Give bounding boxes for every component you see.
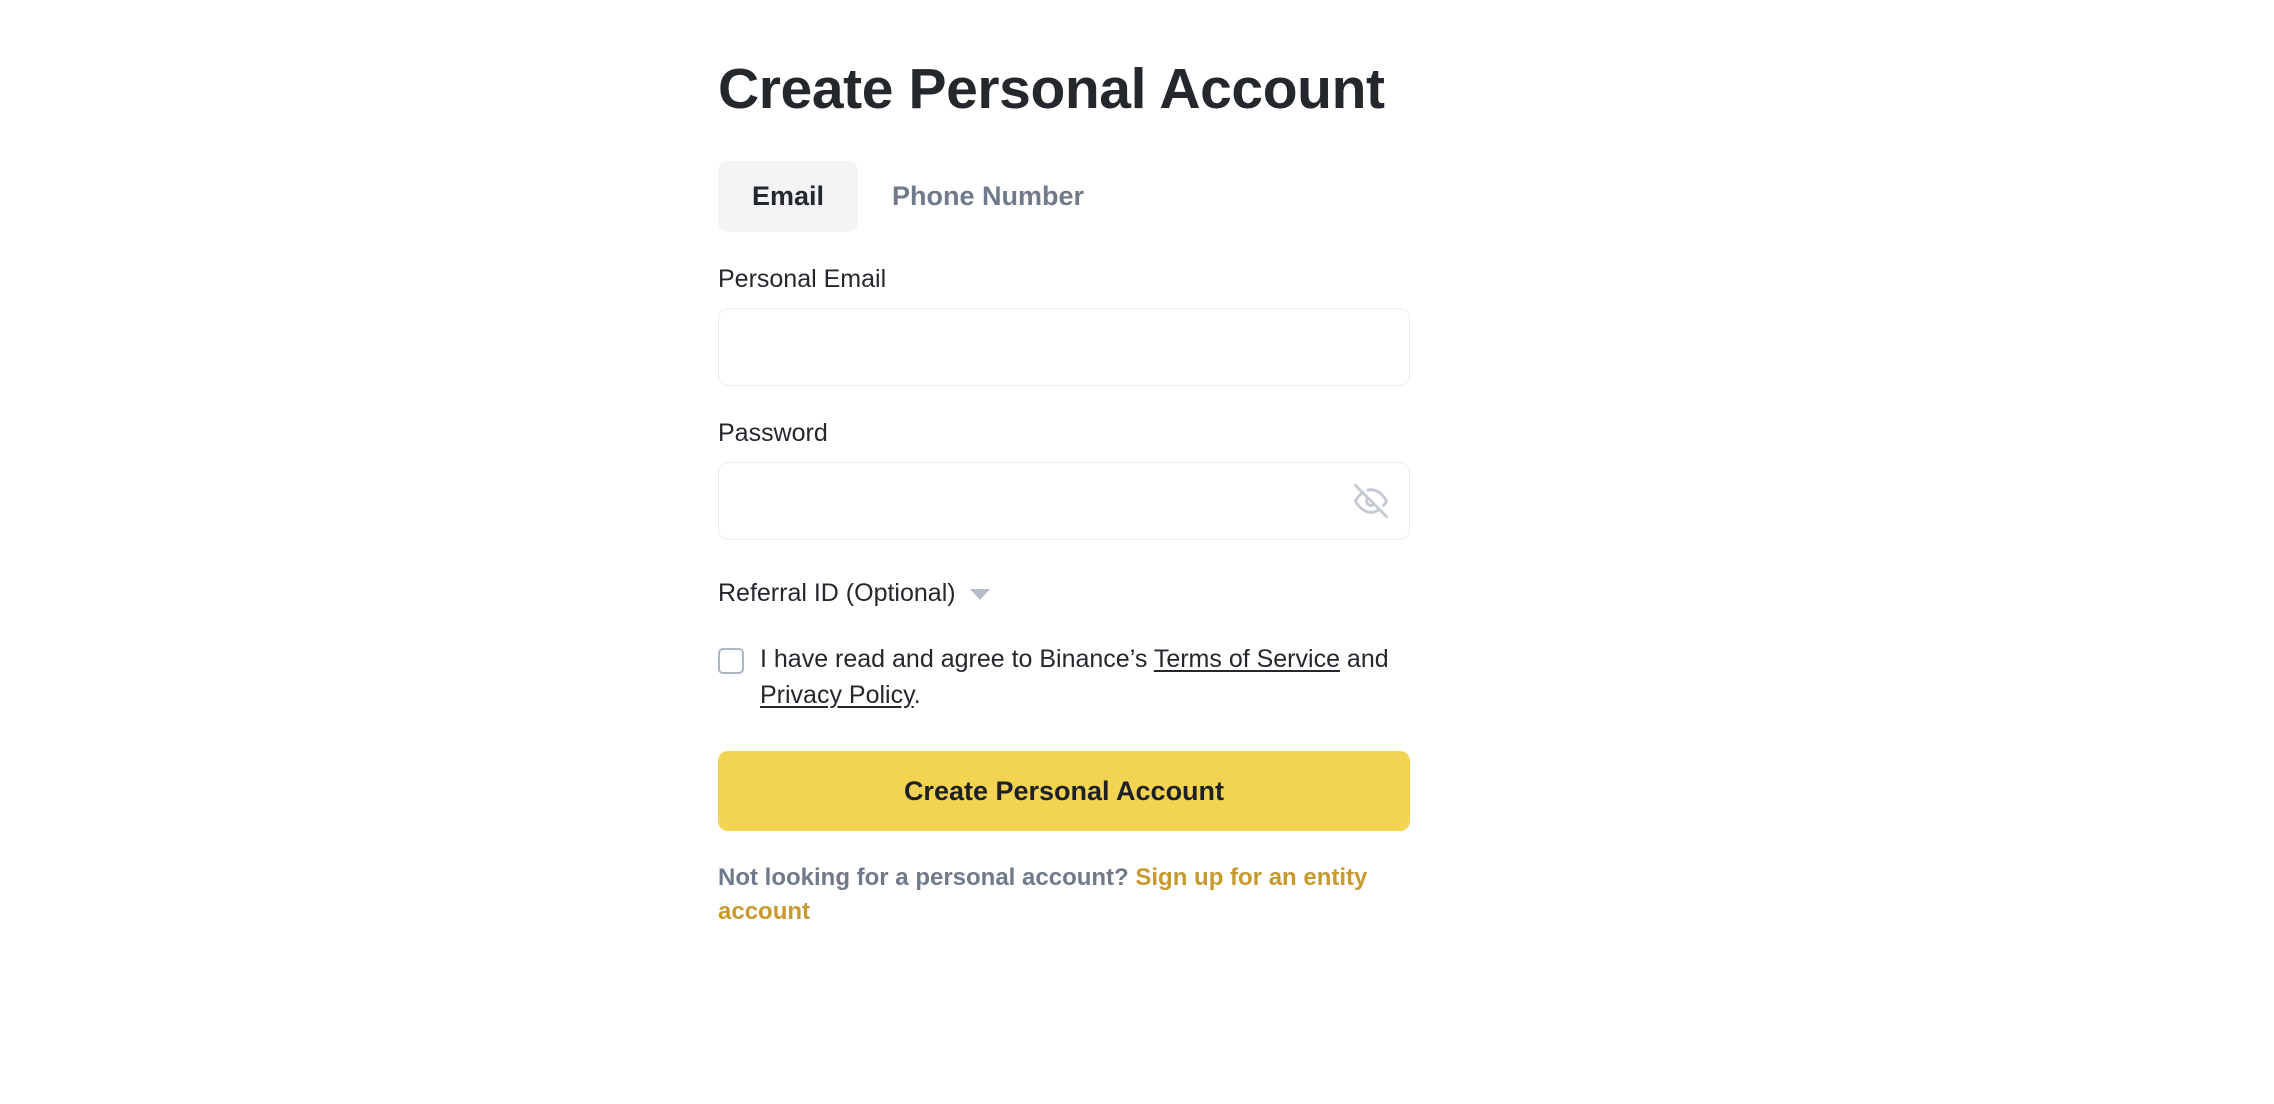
entity-account-prompt: Not looking for a personal account? Sign… xyxy=(718,861,1398,929)
terms-text-before: I have read and agree to Binance’s xyxy=(760,645,1154,674)
create-personal-account-button[interactable]: Create Personal Account xyxy=(718,751,1410,832)
email-field-group: Personal Email xyxy=(718,264,1410,387)
password-field-group: Password xyxy=(718,418,1410,541)
entity-account-prompt-text: Not looking for a personal account? xyxy=(718,864,1136,892)
email-input-wrap xyxy=(718,308,1410,387)
terms-checkbox[interactable] xyxy=(718,648,744,675)
email-input[interactable] xyxy=(718,308,1410,387)
terms-agreement-text: I have read and agree to Binance’s Terms… xyxy=(760,642,1398,713)
terms-of-service-link[interactable]: Terms of Service xyxy=(1154,645,1340,673)
chevron-down-icon xyxy=(969,589,990,601)
referral-id-toggle[interactable]: Referral ID (Optional) xyxy=(718,578,990,608)
referral-id-label: Referral ID (Optional) xyxy=(718,579,956,608)
tab-phone-number[interactable]: Phone Number xyxy=(858,161,1118,232)
password-input-wrap xyxy=(718,462,1410,541)
eye-off-icon[interactable] xyxy=(1350,480,1392,522)
auth-method-tabs: Email Phone Number xyxy=(718,161,1410,233)
terms-text-between: and xyxy=(1339,645,1389,674)
password-field-label: Password xyxy=(718,419,828,448)
signup-page: Create Personal Account Email Phone Numb… xyxy=(0,0,2274,1104)
signup-form-column: Create Personal Account Email Phone Numb… xyxy=(718,0,1410,929)
page-title: Create Personal Account xyxy=(718,57,1385,121)
terms-text-after: . xyxy=(913,680,921,709)
terms-agreement-row: I have read and agree to Binance’s Terms… xyxy=(718,642,1398,713)
tab-email[interactable]: Email xyxy=(718,161,859,233)
privacy-policy-link[interactable]: Privacy Policy xyxy=(760,681,914,709)
password-input[interactable] xyxy=(718,462,1410,541)
eye-off-glyph xyxy=(1354,484,1388,519)
email-field-label: Personal Email xyxy=(718,265,887,294)
